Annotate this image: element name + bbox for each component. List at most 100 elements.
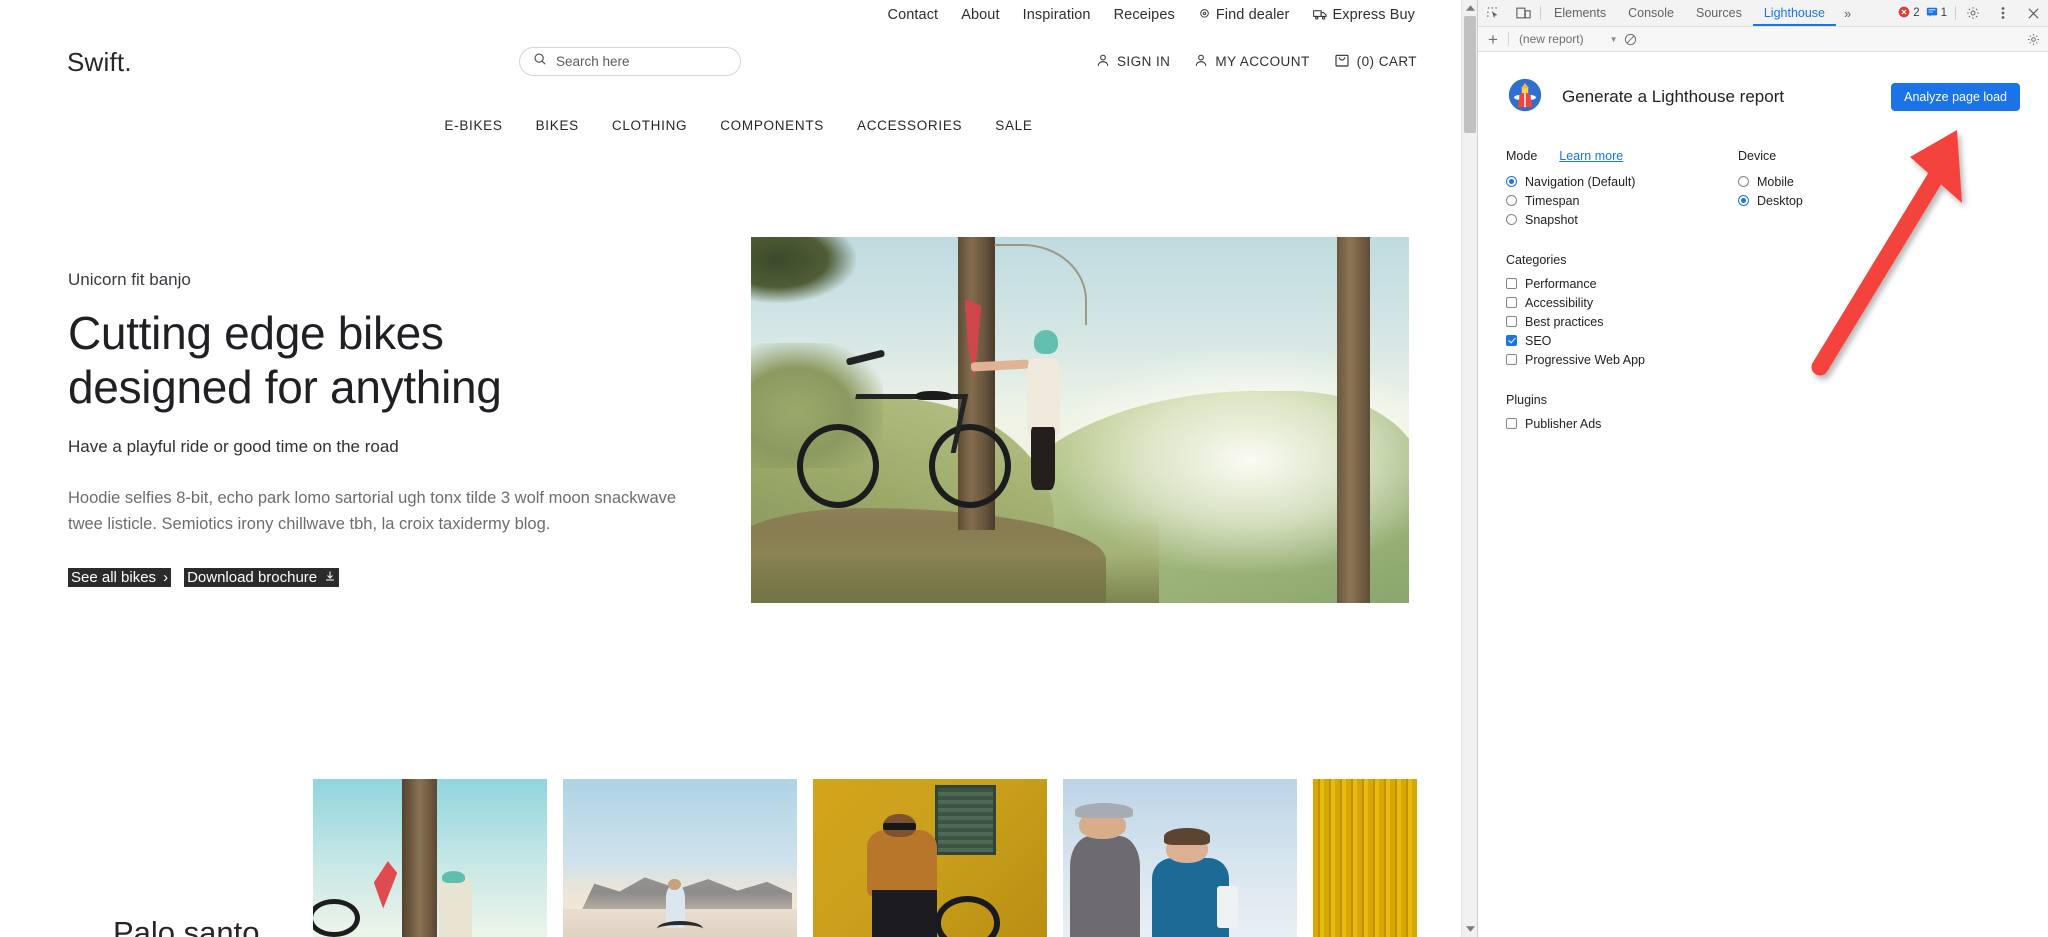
warning-badge[interactable]: 1 <box>1926 6 1947 21</box>
lighthouse-icon <box>1506 76 1544 117</box>
category-option-pwa[interactable]: Progressive Web App <box>1506 350 1738 369</box>
kebab-menu-icon[interactable] <box>1988 0 2018 26</box>
see-all-bikes-button[interactable]: See all bikes › <box>68 567 172 587</box>
search-box[interactable] <box>519 47 741 76</box>
hero-text-block: Unicorn fit banjo Cutting edge bikes des… <box>68 270 708 587</box>
tab-console[interactable]: Console <box>1617 0 1685 26</box>
chevron-double-right-icon[interactable]: » <box>1836 0 1859 26</box>
analyze-page-load-button[interactable]: Analyze page load <box>1891 82 2020 111</box>
radio-snapshot[interactable] <box>1506 214 1517 225</box>
find-dealer-label: Find dealer <box>1215 6 1290 23</box>
page-scrollbar-thumb[interactable] <box>1464 16 1476 133</box>
gear-icon[interactable] <box>1958 0 1988 26</box>
tab-elements[interactable]: Elements <box>1543 0 1617 26</box>
search-icon <box>533 52 547 71</box>
download-brochure-button[interactable]: Download brochure <box>184 567 340 587</box>
utility-nav-receipes[interactable]: Receipes <box>1114 7 1175 23</box>
category-accessibility-label: Accessibility <box>1525 295 1594 310</box>
clear-icon[interactable] <box>1624 33 1637 46</box>
nav-components[interactable]: COMPONENTS <box>720 118 824 133</box>
utility-nav-inspiration[interactable]: Inspiration <box>1023 7 1091 23</box>
mode-label: Mode <box>1506 149 1538 163</box>
thumbnail-image-4[interactable] <box>1063 779 1297 937</box>
utility-nav-express-buy[interactable]: Express Buy <box>1312 6 1416 23</box>
radio-desktop[interactable] <box>1738 195 1749 206</box>
see-all-bikes-label: See all bikes <box>71 568 157 586</box>
device-option-mobile[interactable]: Mobile <box>1738 172 1958 191</box>
learn-more-link[interactable]: Learn more <box>1559 149 1623 163</box>
tab-lighthouse[interactable]: Lighthouse <box>1753 0 1836 26</box>
mode-navigation-label: Navigation (Default) <box>1525 174 1636 189</box>
main-nav: E-BIKES BIKES CLOTHING COMPONENTS ACCESS… <box>0 118 1477 133</box>
subbar-divider <box>1507 32 1509 46</box>
utility-nav-find-dealer[interactable]: Find dealer <box>1198 7 1290 23</box>
lighthouse-header: Generate a Lighthouse report Analyze pag… <box>1506 76 2020 117</box>
radio-mobile[interactable] <box>1738 176 1749 187</box>
scroll-down-arrow-icon[interactable] <box>1462 921 1477 937</box>
report-dropdown[interactable]: (new report) ▼ <box>1515 32 1618 46</box>
my-account-button[interactable]: MY ACCOUNT <box>1194 53 1309 71</box>
nav-clothing[interactable]: CLOTHING <box>612 118 687 133</box>
category-option-best-practices[interactable]: Best practices <box>1506 312 1738 331</box>
utility-nav-about[interactable]: About <box>961 7 999 23</box>
search-input[interactable] <box>556 54 726 69</box>
close-icon[interactable] <box>2018 0 2048 26</box>
plugin-option-publisher-ads[interactable]: Publisher Ads <box>1506 414 1738 433</box>
site-logo[interactable]: Swift. <box>67 47 132 78</box>
scroll-up-arrow-icon[interactable] <box>1462 0 1477 16</box>
device-desktop-label: Desktop <box>1757 193 1803 208</box>
mode-option-snapshot[interactable]: Snapshot <box>1506 210 1738 229</box>
lighthouse-title: Generate a Lighthouse report <box>1562 86 1785 106</box>
mode-option-navigation[interactable]: Navigation (Default) <box>1506 172 1738 191</box>
category-performance-label: Performance <box>1525 276 1597 291</box>
checkbox-seo[interactable] <box>1506 335 1517 346</box>
plugins-label: Plugins <box>1506 393 1547 407</box>
mode-timespan-label: Timespan <box>1525 193 1580 208</box>
category-option-accessibility[interactable]: Accessibility <box>1506 293 1738 312</box>
mode-option-timespan[interactable]: Timespan <box>1506 191 1738 210</box>
category-option-seo[interactable]: SEO <box>1506 331 1738 350</box>
checkbox-accessibility[interactable] <box>1506 297 1517 308</box>
plugin-publisher-ads-label: Publisher Ads <box>1525 416 1602 431</box>
checkbox-best-practices[interactable] <box>1506 316 1517 327</box>
mode-header: Mode Learn more <box>1506 149 1738 163</box>
checkbox-performance[interactable] <box>1506 278 1517 289</box>
category-option-performance[interactable]: Performance <box>1506 274 1738 293</box>
thumbnail-image-3[interactable] <box>813 779 1047 937</box>
report-dropdown-label: (new report) <box>1518 32 1584 46</box>
device-option-desktop[interactable]: Desktop <box>1738 191 1958 210</box>
subbar-gear-icon[interactable] <box>2027 33 2042 46</box>
utility-nav-contact[interactable]: Contact <box>888 7 939 23</box>
lighthouse-start-view: Generate a Lighthouse report Analyze pag… <box>1478 52 2048 433</box>
thumbnail-image-2[interactable] <box>563 779 797 937</box>
sign-in-button[interactable]: SIGN IN <box>1096 53 1170 71</box>
lighthouse-options: Mode Learn more Navigation (Default) Tim… <box>1506 149 2020 433</box>
cart-button[interactable]: (0) CART <box>1334 52 1417 71</box>
radio-navigation[interactable] <box>1506 176 1517 187</box>
thumbnail-image-1[interactable] <box>313 779 547 937</box>
express-buy-label: Express Buy <box>1332 6 1415 23</box>
page-scrollbar[interactable] <box>1461 0 1477 937</box>
hero-title-line1: Cutting edge bikes <box>68 307 444 359</box>
user-icon <box>1096 53 1110 71</box>
nav-accessories[interactable]: ACCESSORIES <box>857 118 962 133</box>
checkbox-publisher-ads[interactable] <box>1506 418 1517 429</box>
toolbar-divider <box>1540 6 1541 20</box>
nav-e-bikes[interactable]: E-BIKES <box>444 118 502 133</box>
screen: Contact About Inspiration Receipes Find … <box>0 0 2048 937</box>
inspect-element-icon[interactable] <box>1478 0 1508 26</box>
utility-nav: Contact About Inspiration Receipes Find … <box>0 0 1477 29</box>
radio-timespan[interactable] <box>1506 195 1517 206</box>
download-brochure-label: Download brochure <box>187 568 318 586</box>
nav-sale[interactable]: SALE <box>995 118 1032 133</box>
thumbnail-image-5[interactable] <box>1313 779 1417 937</box>
category-best-practices-label: Best practices <box>1525 314 1604 329</box>
nav-bikes[interactable]: BIKES <box>536 118 579 133</box>
tab-sources[interactable]: Sources <box>1685 0 1753 26</box>
error-badge[interactable]: 2 <box>1898 6 1920 21</box>
device-toolbar-icon[interactable] <box>1508 0 1538 26</box>
new-report-button[interactable]: + <box>1484 31 1502 48</box>
mode-snapshot-label: Snapshot <box>1525 212 1578 227</box>
checkbox-progressive-web-app[interactable] <box>1506 354 1517 365</box>
device-label: Device <box>1738 149 1777 163</box>
